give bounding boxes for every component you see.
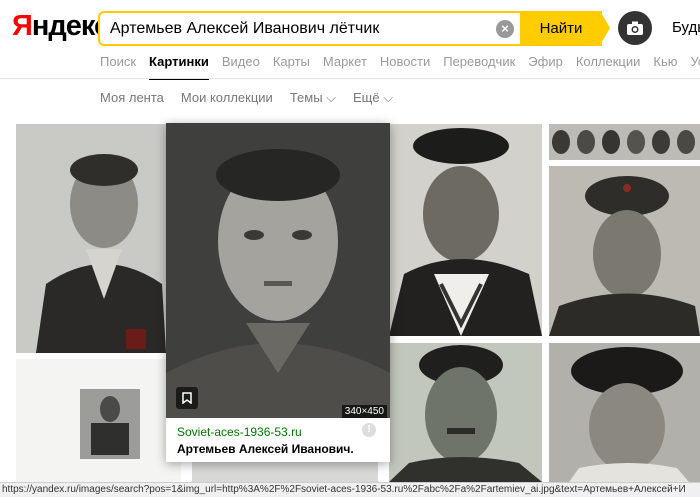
subnav-more[interactable]: Ещё ⌵ [353,90,393,106]
logo-letter: Я [12,10,33,42]
image-result-4[interactable] [549,166,700,336]
service-uslugi[interactable]: Услуги [691,54,700,69]
search-input[interactable] [100,19,480,38]
portrait-photo-icon [16,124,166,353]
search-submit-button[interactable]: Найти [520,11,602,46]
service-translator[interactable]: Переводчик [443,54,515,69]
image-preview-card[interactable]: 340×450 Soviet-aces-1936-53.ru Артемьев … [166,123,390,462]
search-button-arrow [600,11,610,45]
image-result-7[interactable] [549,343,700,482]
service-maps[interactable]: Карты [273,54,310,69]
search-bar: × Найти [98,11,610,46]
portrait-photo-icon [166,123,390,418]
clear-search-button[interactable]: × [496,20,514,38]
image-title[interactable]: Артемьев Алексей Иванович. [177,442,354,456]
service-news[interactable]: Новости [380,54,430,69]
bookmark-icon [182,392,192,404]
image-size-badge: 340×450 [341,405,387,418]
image-result-1[interactable] [16,124,166,353]
header-divider [0,78,700,79]
document-photo-icon [16,359,181,482]
subnav-my-feed[interactable]: Моя лента [100,90,164,106]
image-result-5[interactable] [16,359,181,482]
service-market[interactable]: Маркет [323,54,367,69]
portrait-strip-icon [549,124,700,160]
services-nav: Поиск Картинки Видео Карты Маркет Новост… [100,54,700,80]
portrait-photo-icon [549,166,700,336]
portrait-photo-icon [389,124,542,336]
service-video[interactable]: Видео [222,54,260,69]
photo-partial-icon [192,462,378,482]
service-collections[interactable]: Коллекции [576,54,641,69]
subnav-themes[interactable]: Темы ⌵ [290,90,336,106]
service-efir[interactable]: Эфир [528,54,563,69]
portrait-photo-icon [389,343,542,482]
report-info-icon[interactable]: ! [362,423,376,437]
images-subnav: Моя лента Мои коллекции Темы ⌵ Ещё ⌵ [100,90,410,106]
service-search[interactable]: Поиск [100,54,136,69]
camera-icon [627,21,643,35]
image-result-8[interactable] [192,462,378,482]
yandex-logo[interactable]: Яндекс [12,10,110,43]
preview-photo[interactable] [166,123,390,418]
bookmark-button[interactable] [176,387,198,409]
service-q[interactable]: Кью [653,54,677,69]
header-user-link[interactable]: Будь [672,19,700,36]
image-result-3[interactable] [389,124,542,336]
portrait-photo-icon [549,343,700,482]
subnav-my-collections[interactable]: Мои коллекции [181,90,273,106]
image-result-strip[interactable] [549,124,700,160]
browser-status-bar: https://yandex.ru/images/search?pos=1&im… [0,482,700,497]
camera-search-button[interactable] [618,11,652,45]
image-source-link[interactable]: Soviet-aces-1936-53.ru [177,425,302,439]
image-result-6[interactable] [389,343,542,482]
service-images[interactable]: Картинки [149,54,209,80]
